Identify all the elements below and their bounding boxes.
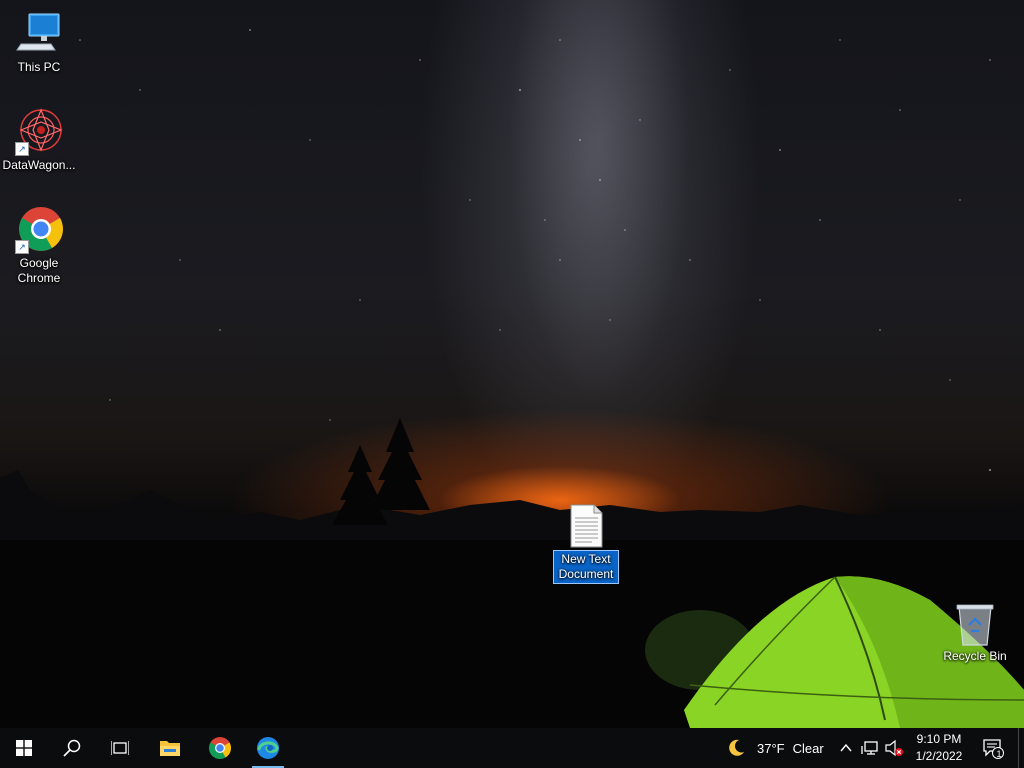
notification-count-badge: 1 bbox=[996, 749, 1002, 759]
recycle-bin-label: Recycle Bin bbox=[943, 649, 1007, 663]
volume-button[interactable] bbox=[884, 728, 904, 768]
chrome-label-line1: Google bbox=[19, 256, 59, 270]
edge-taskbar-button[interactable] bbox=[244, 728, 292, 768]
weather-widget[interactable]: 37°F Clear bbox=[726, 728, 824, 768]
shortcut-arrow-icon: ↗ bbox=[15, 142, 29, 156]
show-hidden-icons-button[interactable] bbox=[838, 728, 854, 768]
edge-icon bbox=[257, 737, 279, 759]
datawagon-icon: ↗ bbox=[15, 108, 63, 156]
weather-condition: Clear bbox=[792, 740, 824, 756]
chevron-up-icon bbox=[840, 743, 852, 752]
chrome-icon: ↗ bbox=[15, 206, 63, 254]
volume-muted-icon bbox=[885, 739, 903, 757]
taskbar: 37°F Clear 9:10 PM 1/2/2022 1 bbox=[0, 728, 1024, 768]
chrome-label-line2: Chrome bbox=[17, 271, 61, 285]
datawagon-label: DataWagon... bbox=[2, 158, 76, 172]
new-text-document-label[interactable]: New Text Document bbox=[552, 550, 620, 584]
recycle-bin-icon bbox=[951, 603, 999, 647]
search-icon bbox=[63, 739, 81, 757]
start-icon bbox=[16, 740, 32, 756]
desktop-icon-this-pc[interactable]: This PC bbox=[1, 10, 77, 75]
moon-icon bbox=[729, 739, 744, 756]
desktop-icon-datawagon[interactable]: ↗ DataWagon... bbox=[1, 108, 77, 173]
this-pc-label: This PC bbox=[17, 60, 61, 74]
clock-date: 1/2/2022 bbox=[915, 749, 963, 763]
start-button[interactable] bbox=[0, 728, 48, 768]
network-button[interactable] bbox=[861, 728, 879, 768]
task-view-icon bbox=[111, 741, 129, 755]
chrome-taskbar-button[interactable] bbox=[196, 728, 244, 768]
task-view-button[interactable] bbox=[96, 728, 144, 768]
desktop-icon-google-chrome[interactable]: ↗ Google Chrome bbox=[1, 206, 77, 286]
clock-button[interactable]: 9:10 PM 1/2/2022 bbox=[902, 731, 976, 765]
this-pc-icon bbox=[15, 10, 63, 58]
file-explorer-icon bbox=[160, 741, 180, 756]
chrome-icon bbox=[209, 737, 231, 759]
text-document-icon bbox=[566, 503, 606, 549]
search-button[interactable] bbox=[48, 728, 96, 768]
clock-time: 9:10 PM bbox=[916, 732, 962, 746]
file-explorer-button[interactable] bbox=[146, 728, 194, 768]
show-desktop-button[interactable] bbox=[1018, 728, 1024, 768]
wallpaper-art bbox=[0, 29, 1024, 728]
action-center-button[interactable]: 1 bbox=[982, 728, 1004, 768]
weather-temperature: 37°F bbox=[757, 740, 785, 756]
desktop-icon-recycle-bin[interactable]: Recycle Bin bbox=[937, 603, 1013, 664]
network-icon bbox=[861, 741, 878, 755]
desktop-wallpaper[interactable] bbox=[0, 0, 1024, 728]
desktop-icon-new-text-document[interactable]: New Text Document bbox=[548, 503, 624, 584]
shortcut-arrow-icon: ↗ bbox=[15, 240, 29, 254]
